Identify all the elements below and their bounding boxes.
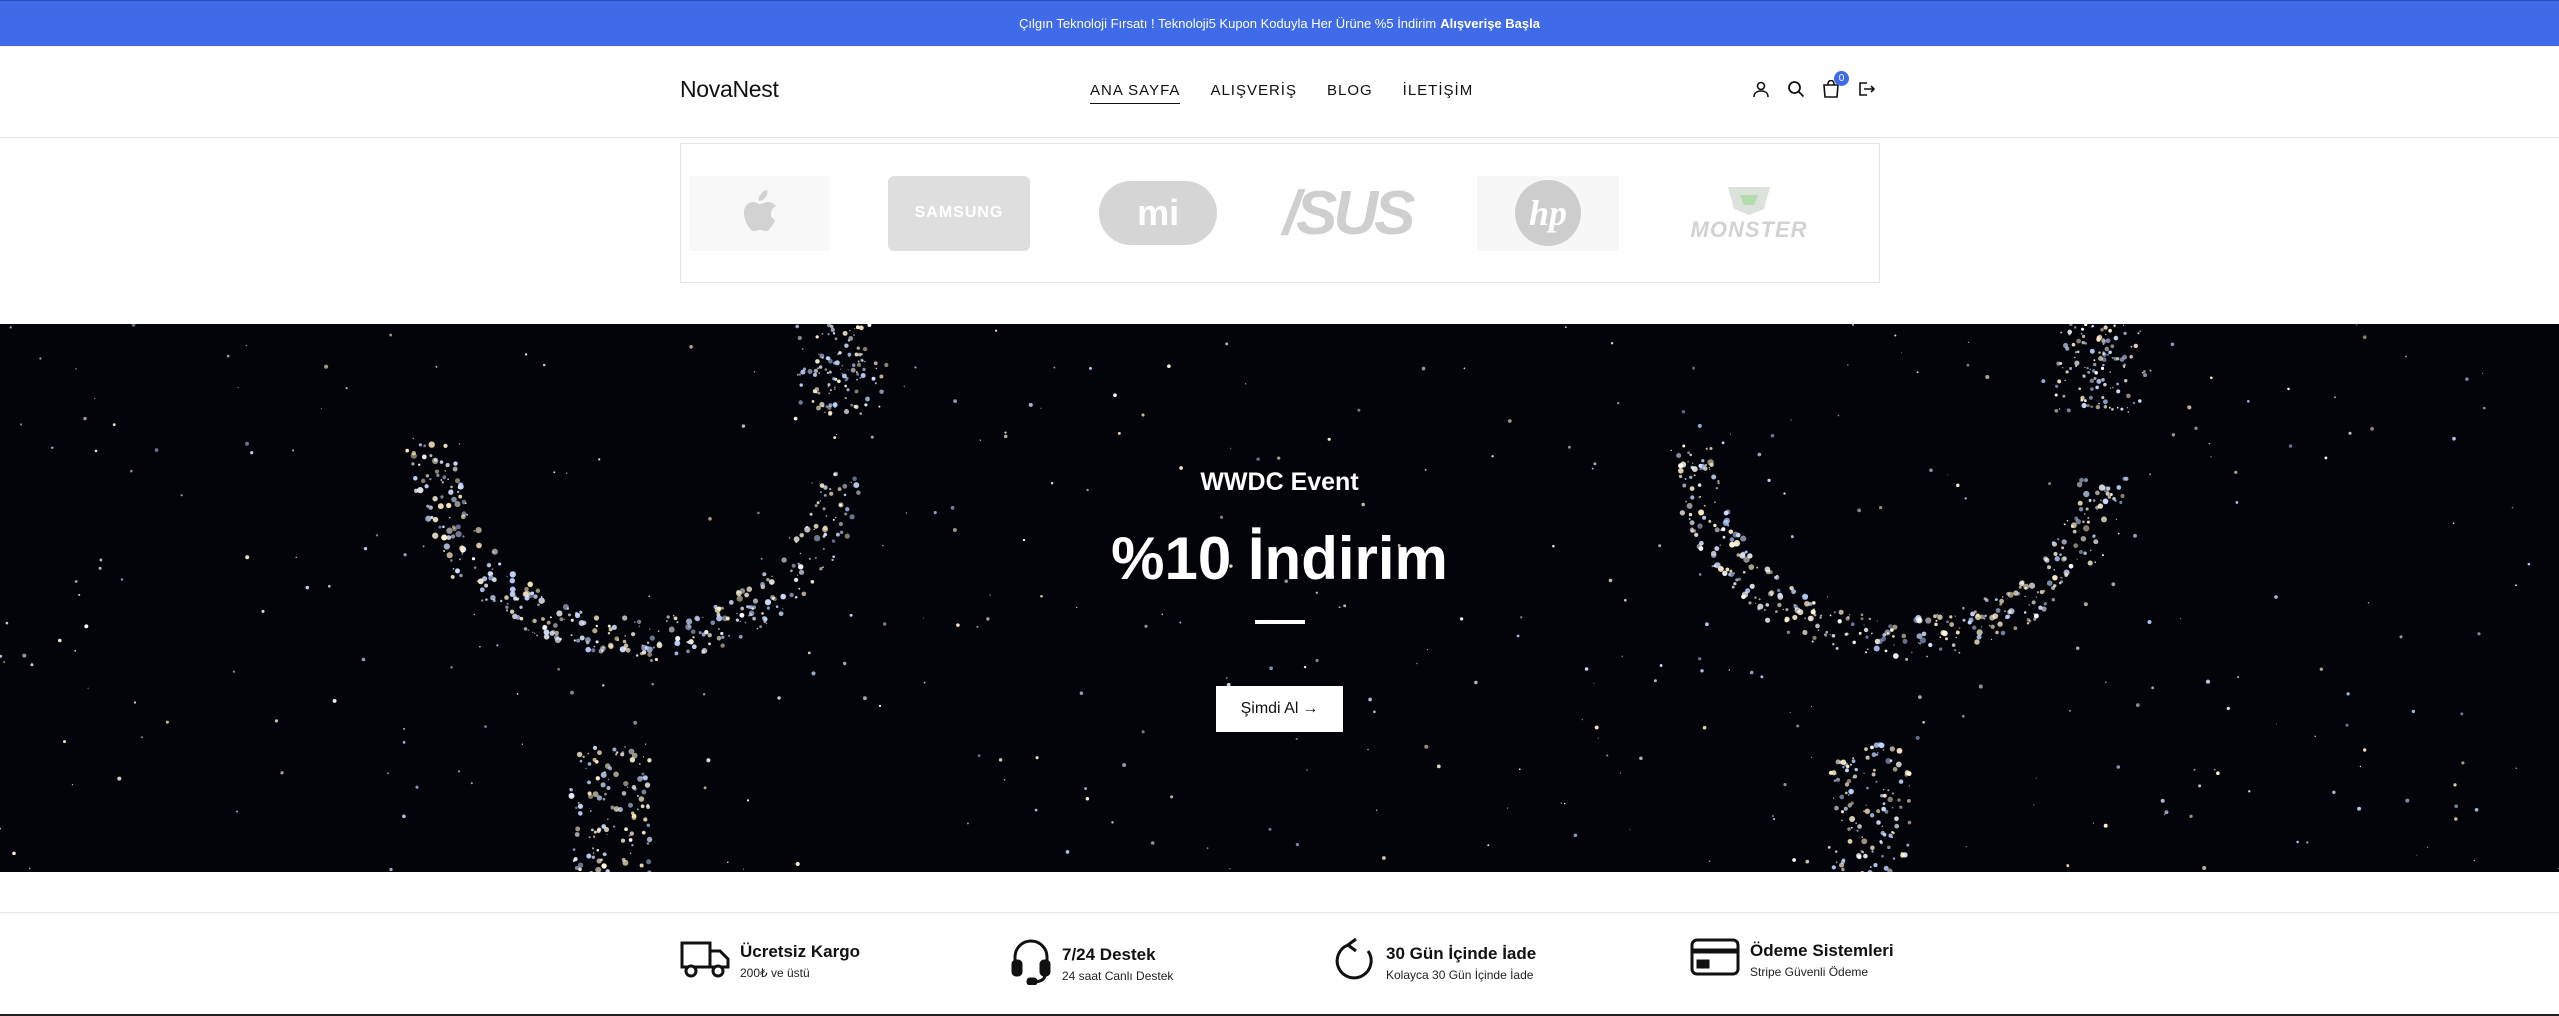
headset-icon	[1010, 937, 1052, 990]
feature-payment: Ödeme Sistemleri Stripe Güvenli Ödeme	[1690, 937, 1894, 982]
logout-icon[interactable]	[1857, 80, 1876, 98]
nav-contact[interactable]: İLETİŞİM	[1403, 82, 1474, 104]
feature-returns: 30 Gün İçinde İade Kolayca 30 Gün İçinde…	[1334, 937, 1536, 988]
monster-logo-text: MONSTER	[1690, 217, 1808, 242]
announcement-text: Çılgın Teknoloji Fırsatı ! Teknoloji5 Ku…	[1019, 16, 1437, 31]
truck-icon	[680, 937, 730, 984]
arrow-right-icon: →	[1302, 700, 1319, 717]
announcement-link[interactable]: Alışverişe Başla	[1440, 16, 1540, 31]
user-icon[interactable]	[1752, 80, 1770, 98]
feature-title: 30 Gün İçinde İade	[1386, 943, 1537, 963]
apple-logo[interactable]	[689, 175, 830, 251]
site-header: NovaNest ANA SAYFA ALIŞVERİŞ BLOG İLETİŞ…	[0, 46, 2559, 138]
feature-title: Ücretsiz Kargo	[740, 941, 860, 961]
monster-logo[interactable]: MONSTER	[1678, 176, 1820, 251]
cart-icon[interactable]: 0	[1822, 71, 1849, 98]
buy-now-button[interactable]: Şimdi Al →	[1216, 686, 1343, 732]
cart-count-badge: 0	[1834, 71, 1849, 86]
site-logo[interactable]: NovaNest	[680, 76, 779, 103]
nav-blog[interactable]: BLOG	[1327, 82, 1373, 104]
feature-support: 7/24 Destek 24 saat Canlı Destek	[1010, 937, 1173, 990]
refresh-icon	[1334, 937, 1376, 988]
hp-logo[interactable]: hp	[1477, 175, 1620, 251]
hero-event-title: WWDC Event	[1200, 468, 1359, 496]
feature-title: Ödeme Sistemleri	[1750, 940, 1894, 960]
asus-logo[interactable]: /SUS	[1276, 176, 1418, 251]
feature-subtitle: 200₺ ve üstü	[740, 965, 810, 980]
mi-logo[interactable]: mi	[1098, 181, 1218, 245]
svg-text:hp: hp	[1529, 193, 1567, 233]
features-strip: Ücretsiz Kargo 200₺ ve üstü 7/24 Destek …	[0, 912, 2559, 1016]
hero-banner: WWDC Event %10 İndirim Şimdi Al →	[0, 324, 2559, 872]
search-icon[interactable]	[1787, 80, 1805, 98]
credit-card-icon	[1690, 937, 1740, 982]
nav-home[interactable]: ANA SAYFA	[1090, 82, 1181, 104]
header-actions: 0	[1752, 71, 1876, 98]
nav-shop[interactable]: ALIŞVERİŞ	[1210, 82, 1297, 104]
feature-free-shipping: Ücretsiz Kargo 200₺ ve üstü	[680, 937, 860, 984]
feature-subtitle: Stripe Güvenli Ödeme	[1750, 964, 1869, 979]
main-nav: ANA SAYFA ALIŞVERİŞ BLOG İLETİŞİM	[1090, 82, 1473, 104]
announcement-bar: Çılgın Teknoloji Fırsatı ! Teknoloji5 Ku…	[0, 0, 2559, 46]
feature-subtitle: 24 saat Canlı Destek	[1062, 968, 1174, 983]
hero-discount-heading: %10 İndirim	[1111, 525, 1448, 592]
feature-title: 7/24 Destek	[1062, 944, 1156, 964]
samsung-logo[interactable]: SAMSUNG	[888, 175, 1030, 251]
buy-now-label: Şimdi Al	[1240, 700, 1299, 717]
brand-carousel: SAMSUNG mi /SUS hp MONSTER	[680, 143, 1880, 283]
hero-divider	[1255, 620, 1305, 624]
feature-subtitle: Kolayca 30 Gün İçinde İade	[1386, 967, 1534, 982]
